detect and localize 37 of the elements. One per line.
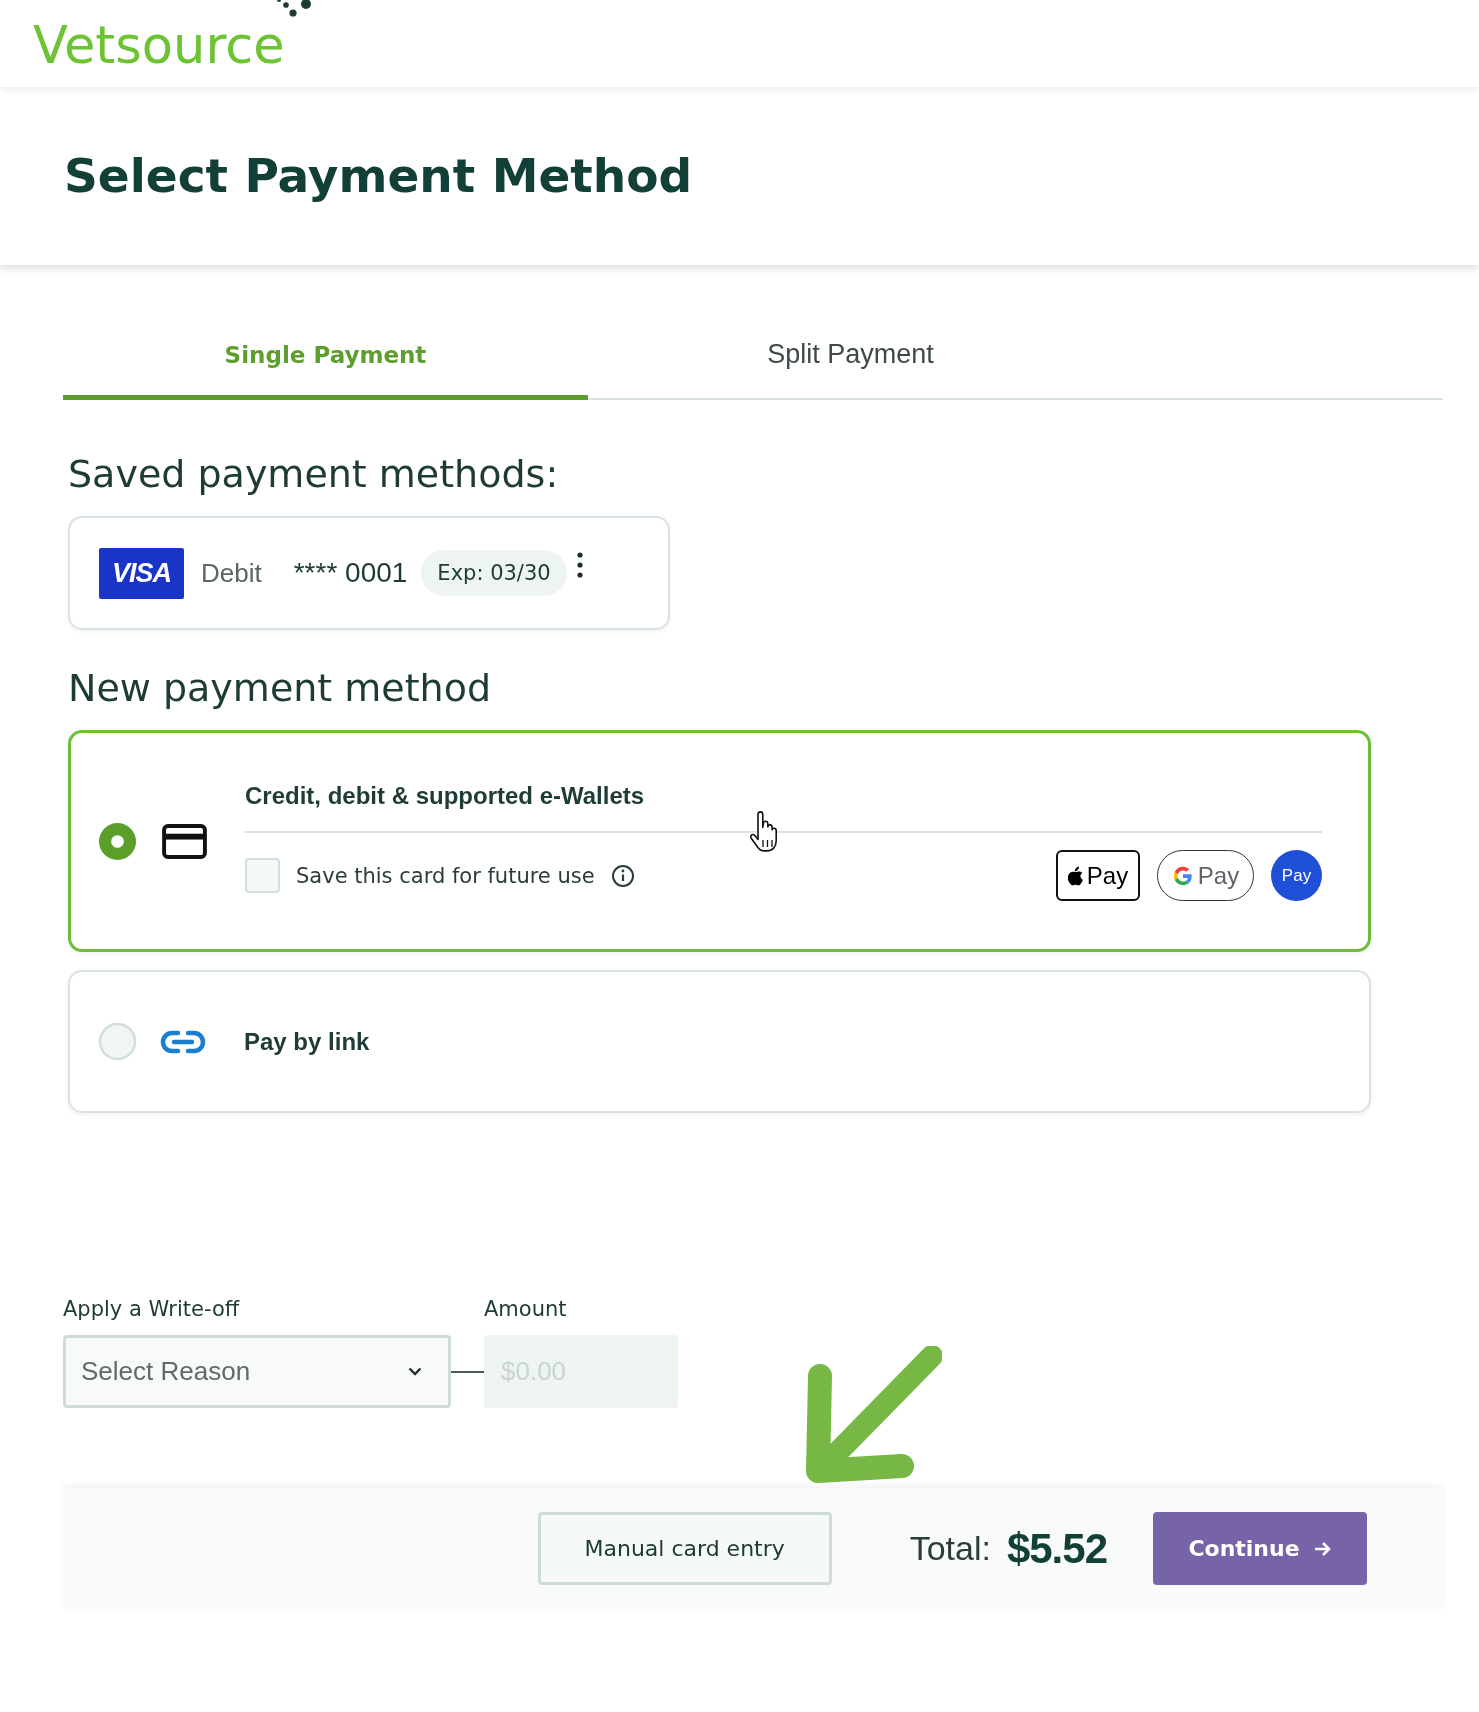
wallet-label: Pay <box>1086 861 1129 890</box>
total-amount: $5.52 <box>1006 1524 1107 1573</box>
card-brand-logo: VISA <box>99 547 184 599</box>
saved-card[interactable]: VISA Debit **** 0001 Exp: 03/30 <box>68 516 670 630</box>
arrow-right-icon <box>1313 1540 1332 1557</box>
card-type: Debit <box>201 557 262 589</box>
kebab-menu-icon[interactable] <box>576 552 583 578</box>
card-number: **** 0001 <box>293 557 408 589</box>
tab[interactable]: Split Payment <box>588 320 1113 400</box>
wallet-badge: Pay <box>1271 850 1322 901</box>
payment-option-card[interactable]: Credit, debit & supported e-Wallets Save this card for future use Pay Pay Pay <box>68 730 1371 952</box>
link-icon <box>160 1029 206 1054</box>
expiry-badge: Exp: 03/30 <box>421 550 567 596</box>
option-label: Pay by link <box>244 1026 370 1057</box>
g-letter-icon <box>1171 864 1194 887</box>
info-icon[interactable] <box>610 863 635 888</box>
checkbox-label: Save this card for future use <box>296 863 595 888</box>
field-label: Apply a Write-off <box>63 1296 241 1322</box>
continue-button[interactable]: Continue <box>1153 1512 1367 1585</box>
total-label: Total: <box>909 1529 991 1568</box>
section-heading: Saved payment methods: <box>68 452 560 496</box>
wallet-label: Pay <box>1197 861 1240 890</box>
radio-button[interactable] <box>98 821 137 861</box>
chevron-down-icon <box>408 1367 422 1376</box>
reason-dropdown[interactable]: Select Reason <box>63 1335 451 1408</box>
apple-icon <box>1067 865 1084 886</box>
radio-button[interactable] <box>98 1022 137 1061</box>
option-label: Credit, debit & supported e-Wallets <box>245 781 645 811</box>
payment-option-card[interactable]: Pay by link <box>68 970 1371 1113</box>
logo-text: Vetsource <box>33 19 285 73</box>
field-label: Amount <box>484 1296 568 1322</box>
section-heading: New payment method <box>68 666 493 710</box>
manual-entry-button[interactable]: Manual card entry <box>537 1512 832 1585</box>
logo-dots-icon <box>276 0 313 19</box>
page-title: Select Payment Method <box>64 147 693 205</box>
credit-card-icon <box>162 823 207 859</box>
checkbox[interactable] <box>245 858 280 893</box>
